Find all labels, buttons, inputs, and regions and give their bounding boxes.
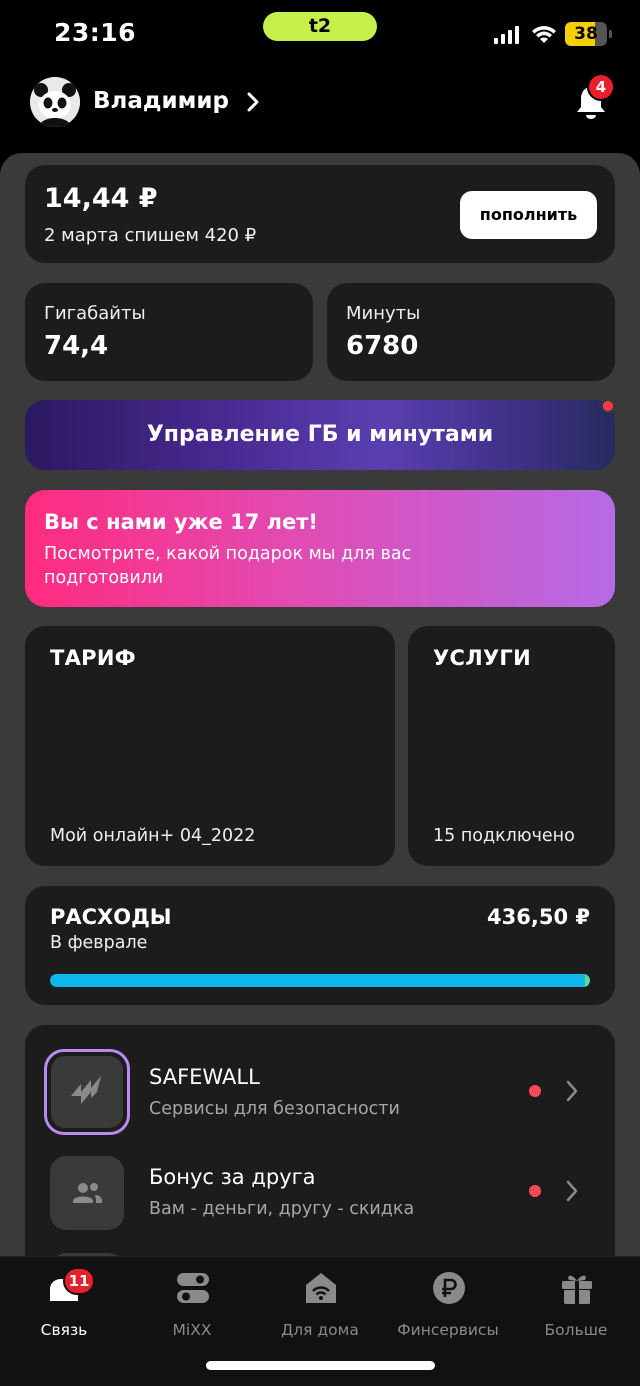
services-list: SAFEWALL Сервисы для безопасности Бонус …	[25, 1025, 615, 1263]
balance-amount: 14,44 ₽	[44, 183, 158, 214]
chevron-right-icon[interactable]	[246, 92, 260, 112]
tab-label: Больше	[544, 1321, 608, 1339]
tab-mixx[interactable]: MiXX	[128, 1271, 256, 1351]
status-bar: 23:16 t2 38	[0, 0, 640, 66]
status-time: 23:16	[54, 18, 137, 47]
tab-label: Связь	[40, 1321, 88, 1339]
expenses-progress-fill	[50, 974, 585, 987]
gift-icon	[562, 1275, 592, 1304]
tab-finservices[interactable]: Финсервисы	[384, 1271, 512, 1351]
gigabytes-label: Гигабайты	[44, 303, 146, 324]
services-count: 15 подключено	[433, 826, 575, 846]
unread-dot	[529, 1085, 541, 1097]
home-wifi-icon	[306, 1273, 336, 1303]
battery-icon: 38	[565, 22, 612, 46]
tab-badge: 11	[63, 1267, 95, 1295]
expenses-period: В феврале	[50, 933, 148, 953]
promo-title: Вы с нами уже 17 лет!	[44, 510, 318, 534]
expenses-progress-tail	[585, 974, 590, 987]
tariff-title: ТАРИФ	[50, 646, 136, 670]
list-item-description: Сервисы для безопасности	[149, 1099, 400, 1119]
mixx-icon	[177, 1273, 209, 1303]
services-card[interactable]: УСЛУГИ 15 подключено	[408, 626, 615, 866]
tariff-card[interactable]: ТАРИФ Мой онлайн+ 04_2022	[25, 626, 395, 866]
tab-label: Для дома	[281, 1321, 359, 1339]
carrier-pill: t2	[263, 12, 377, 41]
battery-level: 38	[574, 24, 598, 44]
avatar[interactable]	[30, 77, 80, 127]
expenses-title: РАСХОДЫ	[50, 905, 172, 929]
balance-card[interactable]: 14,44 ₽ 2 марта спишем 420 ₽ пополнить	[25, 165, 615, 263]
wifi-icon	[532, 26, 556, 43]
unread-dot	[529, 1185, 541, 1197]
manage-gb-minutes-button[interactable]: Управление ГБ и минутами	[25, 400, 615, 470]
manage-label: Управление ГБ и минутами	[146, 422, 494, 447]
tab-label: Финсервисы	[397, 1321, 499, 1339]
list-item-name: SAFEWALL	[149, 1065, 260, 1089]
gigabytes-card[interactable]: Гигабайты 74,4	[25, 283, 313, 381]
promo-description: Посмотрите, какой подарок мы для вас под…	[44, 544, 412, 588]
tab-label: MiXX	[172, 1321, 212, 1339]
new-indicator-dot	[601, 399, 615, 413]
safewall-icon	[71, 1076, 101, 1104]
username[interactable]: Владимир	[93, 88, 229, 114]
expenses-progress-bar	[50, 974, 590, 987]
safewall-icon-tile	[44, 1049, 130, 1135]
gigabytes-value: 74,4	[44, 331, 109, 361]
list-item-safewall[interactable]: SAFEWALL Сервисы для безопасности	[25, 1049, 615, 1139]
promo-banner[interactable]: Вы с нами уже 17 лет! Посмотрите, какой …	[25, 490, 615, 607]
list-item-description: Вам - деньги, другу - скидка	[149, 1199, 415, 1219]
minutes-card[interactable]: Минуты 6780	[327, 283, 615, 381]
tariff-name: Мой онлайн+ 04_2022	[50, 826, 256, 846]
chevron-right-icon	[566, 1180, 578, 1202]
panda-avatar-icon	[30, 77, 80, 127]
list-item-friend-bonus[interactable]: Бонус за друга Вам - деньги, другу - ски…	[25, 1149, 615, 1239]
friends-icon-tile	[50, 1156, 124, 1230]
expenses-amount: 436,50 ₽	[487, 905, 590, 929]
charge-note: 2 марта спишем 420 ₽	[44, 225, 257, 246]
list-item-name: Бонус за друга	[149, 1165, 316, 1189]
home-indicator[interactable]	[206, 1361, 435, 1370]
tab-more[interactable]: Больше	[512, 1271, 640, 1351]
tab-home[interactable]: Для дома	[256, 1271, 384, 1351]
minutes-value: 6780	[346, 331, 419, 361]
signal-icon	[494, 26, 519, 44]
services-title: УСЛУГИ	[433, 646, 531, 670]
minutes-label: Минуты	[346, 303, 421, 324]
chevron-right-icon	[566, 1080, 578, 1102]
main-content: 14,44 ₽ 2 марта спишем 420 ₽ пополнить Г…	[0, 153, 640, 1263]
friends-icon	[73, 1183, 102, 1203]
notification-badge: 4	[587, 73, 615, 101]
ruble-icon	[433, 1272, 465, 1304]
expenses-card[interactable]: РАСХОДЫ В феврале 436,50 ₽	[25, 886, 615, 1005]
topup-button[interactable]: пополнить	[460, 191, 597, 239]
